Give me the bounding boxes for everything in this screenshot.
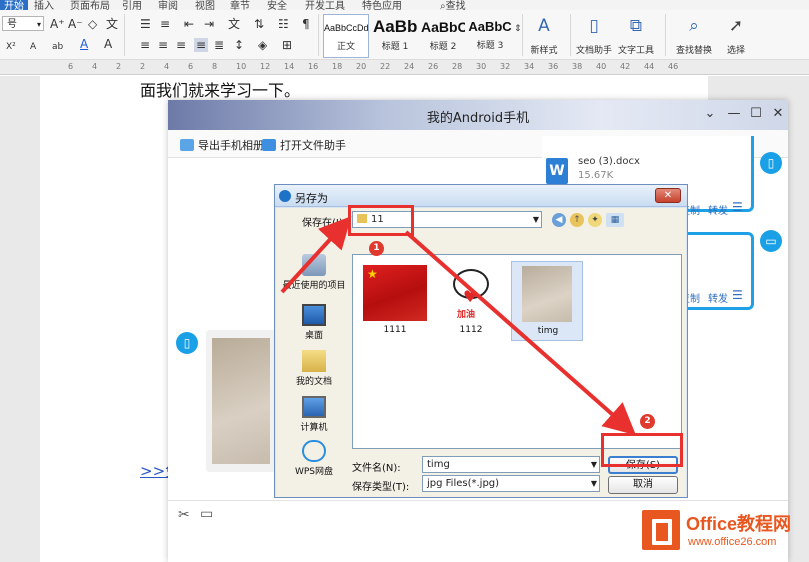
annotation-arrows [280, 216, 636, 436]
watermark-logo: Office教程网 www.office26.com [642, 508, 802, 556]
arrow-to-save [404, 230, 636, 436]
arrow-to-folder [280, 216, 352, 294]
office-logo-icon [642, 510, 680, 550]
watermark-url: www.office26.com [688, 536, 777, 548]
watermark-title: Office教程网 [686, 514, 792, 534]
